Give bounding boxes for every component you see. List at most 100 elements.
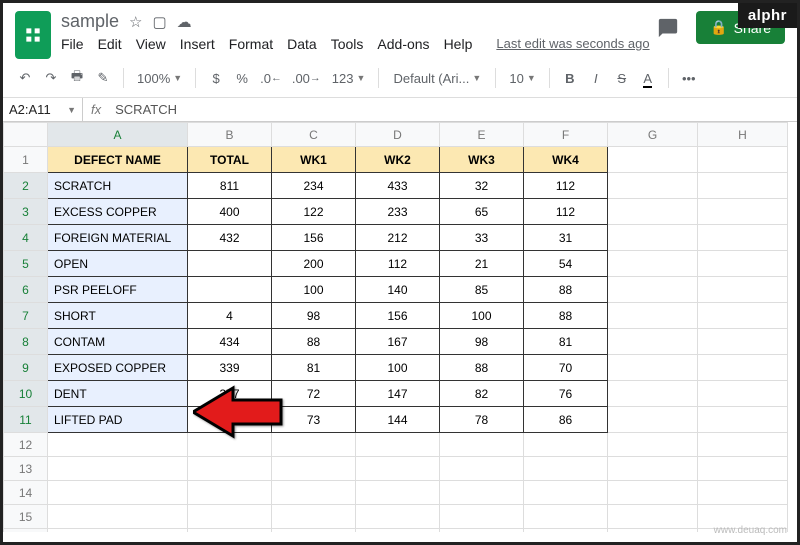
cell[interactable]: 233 <box>356 199 440 225</box>
cell[interactable]: 32 <box>440 173 524 199</box>
cell[interactable]: 144 <box>356 407 440 433</box>
paint-format-button[interactable]: ✎ <box>91 65 115 91</box>
col-header[interactable]: C <box>272 123 356 147</box>
cell[interactable]: 100 <box>272 277 356 303</box>
col-header[interactable]: F <box>524 123 608 147</box>
menu-help[interactable]: Help <box>444 36 473 52</box>
cell[interactable]: 81 <box>524 329 608 355</box>
cell[interactable]: 73 <box>272 407 356 433</box>
cell[interactable]: 432 <box>188 225 272 251</box>
sheets-logo[interactable] <box>15 11 51 59</box>
cell[interactable]: TOTAL <box>188 147 272 173</box>
cell[interactable]: 200 <box>272 251 356 277</box>
cell[interactable]: 234 <box>272 173 356 199</box>
font-size-select[interactable]: 10▼ <box>504 65 540 91</box>
cell[interactable]: 156 <box>356 303 440 329</box>
cell[interactable]: 122 <box>272 199 356 225</box>
menu-file[interactable]: File <box>61 36 84 52</box>
menu-view[interactable]: View <box>136 36 166 52</box>
cell[interactable] <box>698 355 788 381</box>
row-header[interactable]: 1 <box>4 147 48 173</box>
cell[interactable]: 339 <box>188 355 272 381</box>
cell[interactable]: 78 <box>440 407 524 433</box>
col-header[interactable]: B <box>188 123 272 147</box>
cell[interactable] <box>48 505 188 529</box>
last-edit-link[interactable]: Last edit was seconds ago <box>496 36 649 52</box>
star-icon[interactable]: ☆ <box>129 13 142 31</box>
cell[interactable]: 31 <box>524 225 608 251</box>
cell[interactable]: 65 <box>440 199 524 225</box>
col-header[interactable]: D <box>356 123 440 147</box>
row-header[interactable]: 13 <box>4 457 48 481</box>
cell[interactable]: EXCESS COPPER <box>48 199 188 225</box>
name-box[interactable]: A2:A11▼ <box>3 98 83 121</box>
cell[interactable]: 82 <box>440 381 524 407</box>
cell[interactable] <box>608 251 698 277</box>
cell[interactable] <box>698 225 788 251</box>
cell[interactable]: 98 <box>272 303 356 329</box>
cell[interactable]: 140 <box>356 277 440 303</box>
undo-button[interactable]: ↶ <box>13 65 37 91</box>
cell[interactable]: CONTAM <box>48 329 188 355</box>
cell[interactable]: 81 <box>272 355 356 381</box>
cell[interactable] <box>608 355 698 381</box>
col-header[interactable]: H <box>698 123 788 147</box>
cell[interactable] <box>608 407 698 433</box>
cell[interactable] <box>698 329 788 355</box>
cell[interactable]: PSR PEELOFF <box>48 277 188 303</box>
cell[interactable]: 112 <box>356 251 440 277</box>
doc-title[interactable]: sample <box>61 11 119 32</box>
cloud-icon[interactable]: ☁ <box>177 13 192 31</box>
cell[interactable]: 4 <box>188 303 272 329</box>
cell[interactable] <box>698 251 788 277</box>
cell[interactable] <box>698 147 788 173</box>
cell[interactable]: 88 <box>272 329 356 355</box>
row-header[interactable]: 4 <box>4 225 48 251</box>
menu-addons[interactable]: Add-ons <box>377 36 429 52</box>
cell[interactable]: 86 <box>524 407 608 433</box>
cell[interactable]: 98 <box>440 329 524 355</box>
formula-bar[interactable] <box>109 98 797 121</box>
cell[interactable]: 100 <box>440 303 524 329</box>
row-header[interactable]: 5 <box>4 251 48 277</box>
print-button[interactable]: 🖶 <box>65 65 89 91</box>
cell[interactable]: 112 <box>524 173 608 199</box>
cell[interactable]: 147 <box>356 381 440 407</box>
cell[interactable]: WK3 <box>440 147 524 173</box>
spreadsheet-grid[interactable]: A B C D E F G H 1 DEFECT NAME TOTAL WK1 … <box>3 122 797 532</box>
cell[interactable]: 434 <box>188 329 272 355</box>
row-header[interactable]: 6 <box>4 277 48 303</box>
row-header[interactable]: 16 <box>4 529 48 533</box>
col-header[interactable]: E <box>440 123 524 147</box>
menu-insert[interactable]: Insert <box>180 36 215 52</box>
cell[interactable] <box>608 147 698 173</box>
cell[interactable]: 76 <box>524 381 608 407</box>
col-header[interactable]: A <box>48 123 188 147</box>
cell[interactable]: DEFECT NAME <box>48 147 188 173</box>
row-header[interactable]: 11 <box>4 407 48 433</box>
row-header[interactable]: 8 <box>4 329 48 355</box>
menu-edit[interactable]: Edit <box>98 36 122 52</box>
cell[interactable] <box>608 381 698 407</box>
cell[interactable] <box>698 173 788 199</box>
row-header[interactable]: 9 <box>4 355 48 381</box>
cell[interactable]: SHORT <box>48 303 188 329</box>
cell[interactable]: 400 <box>188 199 272 225</box>
cell[interactable]: 167 <box>356 329 440 355</box>
cell[interactable]: 433 <box>356 173 440 199</box>
row-header[interactable]: 3 <box>4 199 48 225</box>
cell[interactable]: 811 <box>188 173 272 199</box>
cell[interactable] <box>188 251 272 277</box>
currency-button[interactable]: $ <box>204 65 228 91</box>
cell[interactable] <box>698 303 788 329</box>
redo-button[interactable]: ↷ <box>39 65 63 91</box>
cell[interactable]: 72 <box>272 381 356 407</box>
cell[interactable]: LIFTED PAD <box>48 407 188 433</box>
cell[interactable]: 70 <box>524 355 608 381</box>
font-select[interactable]: Default (Ari...▼ <box>387 65 487 91</box>
cell[interactable] <box>48 433 188 457</box>
cell[interactable] <box>698 407 788 433</box>
text-color-button[interactable]: A <box>636 65 660 91</box>
row-header[interactable]: 14 <box>4 481 48 505</box>
cell[interactable]: 88 <box>440 355 524 381</box>
